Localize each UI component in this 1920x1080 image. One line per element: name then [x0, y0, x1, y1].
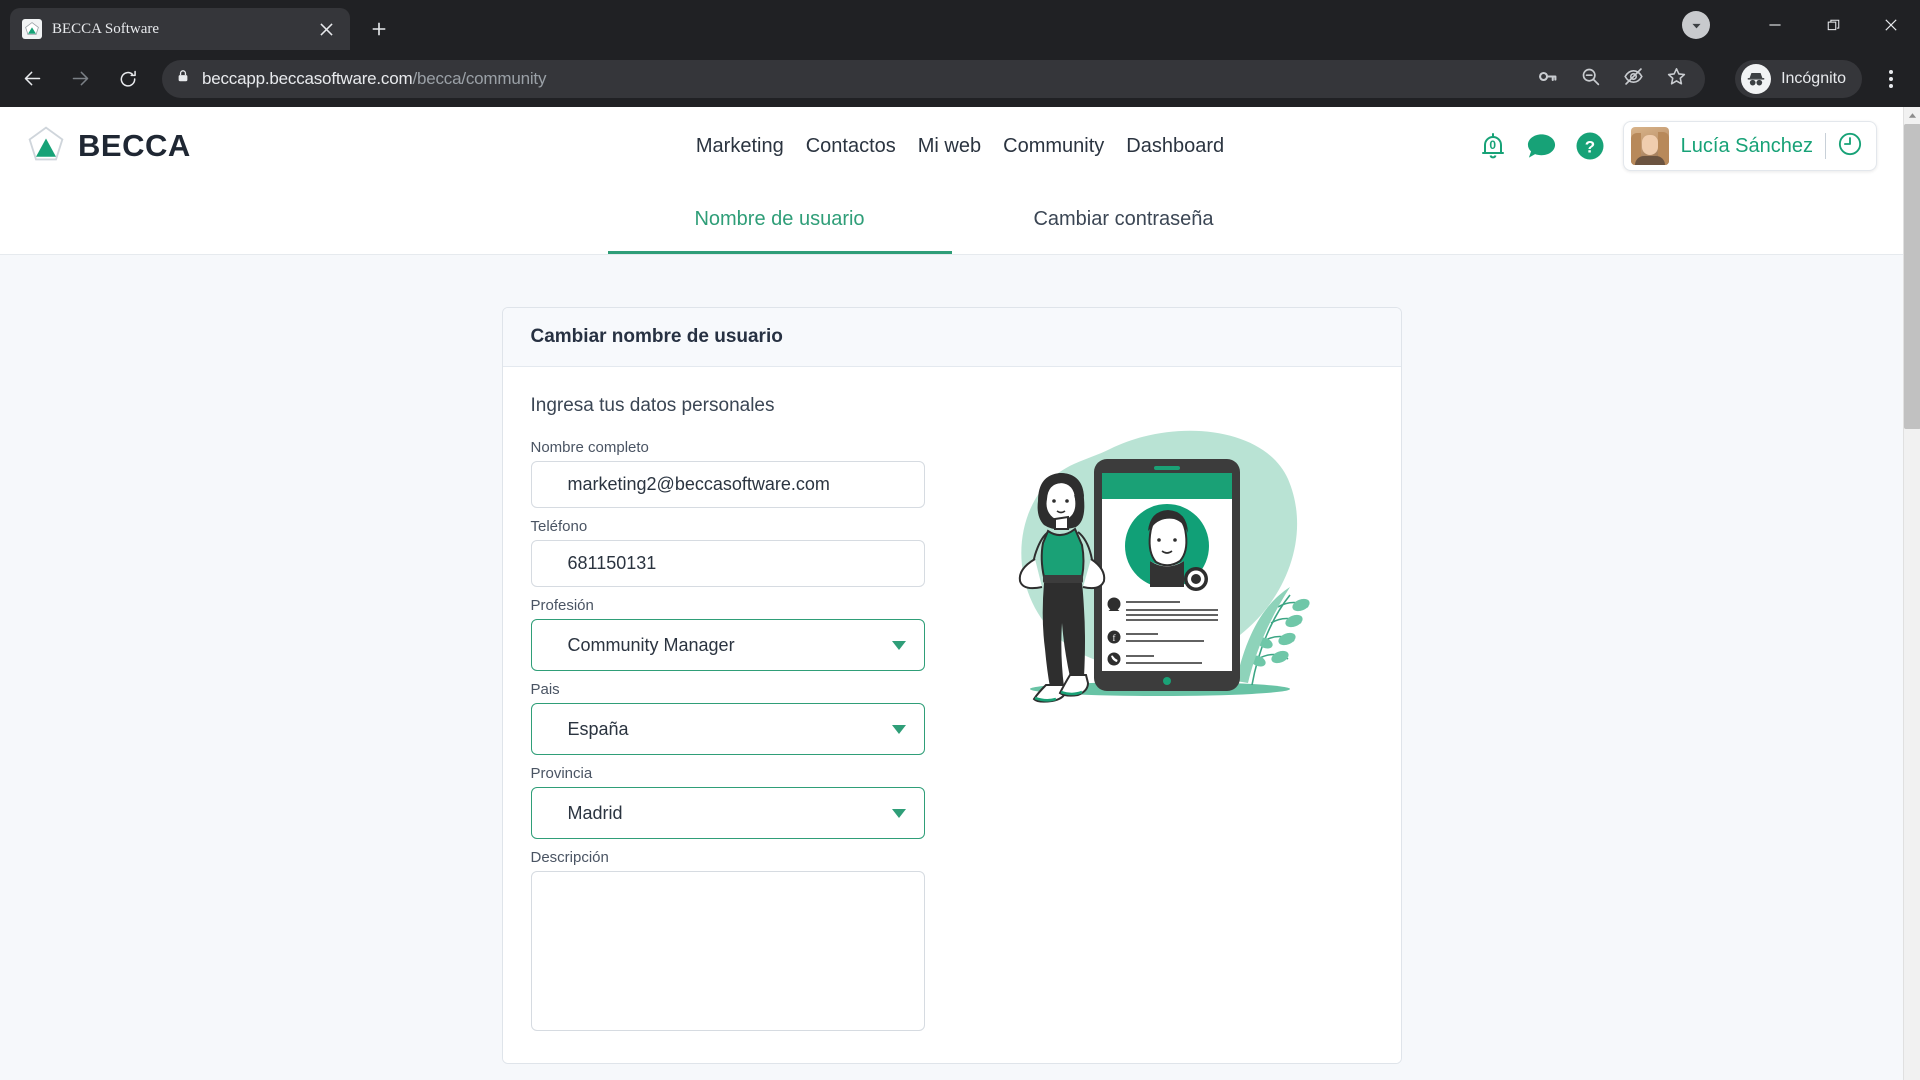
header-actions: 0 ?	[1478, 121, 1877, 171]
select-value: Community Manager	[568, 635, 735, 656]
web-page: BECCA Marketing Contactos Mi web Communi…	[0, 107, 1903, 1080]
field-telefono: Teléfono 681150131	[531, 518, 931, 587]
chevron-down-icon[interactable]	[1682, 11, 1710, 39]
browser-tab-title: BECCA Software	[52, 21, 304, 38]
page-scrollbar[interactable]	[1903, 107, 1920, 1080]
field-descripcion: Descripción	[531, 849, 931, 1031]
minimize-icon[interactable]	[1746, 0, 1804, 50]
scroll-up-arrow-icon[interactable]	[1904, 107, 1920, 124]
field-label: Profesión	[531, 597, 931, 614]
woman-with-smartphone-profile-illustration: f	[990, 409, 1330, 714]
browser-tab-strip: BECCA Software	[0, 0, 1920, 50]
url-domain: beccapp.beccasoftware.com	[202, 69, 412, 88]
tab-cambiar-contrasena[interactable]: Cambiar contraseña	[952, 185, 1296, 254]
bell-icon[interactable]: 0	[1478, 129, 1508, 163]
personal-data-form: Ingresa tus datos personales Nombre comp…	[531, 395, 931, 1035]
field-nombre-completo: Nombre completo marketing2@beccasoftware…	[531, 439, 931, 508]
nav-item-contactos[interactable]: Contactos	[806, 135, 896, 158]
page-viewport: BECCA Marketing Contactos Mi web Communi…	[0, 107, 1920, 1080]
chevron-down-icon	[892, 809, 906, 818]
window-controls	[1682, 0, 1920, 50]
window-close-icon[interactable]	[1862, 0, 1920, 50]
url-path: /becca/community	[412, 69, 546, 88]
scrollbar-thumb[interactable]	[1904, 124, 1920, 429]
field-label: Pais	[531, 681, 931, 698]
svg-text:f: f	[1112, 633, 1115, 643]
nav-item-dashboard[interactable]: Dashboard	[1126, 135, 1224, 158]
tab-nombre-de-usuario[interactable]: Nombre de usuario	[608, 185, 952, 254]
field-pais: Pais España	[531, 681, 931, 755]
reload-icon[interactable]	[106, 57, 150, 101]
illustration-column: f	[947, 395, 1373, 1035]
user-name: Lucía Sánchez	[1681, 135, 1813, 158]
tab-label: Nombre de usuario	[694, 208, 864, 231]
nav-item-mi-web[interactable]: Mi web	[918, 135, 981, 158]
field-profesion: Profesión Community Manager	[531, 597, 931, 671]
select-value: Madrid	[568, 803, 623, 824]
card-body: Ingresa tus datos personales Nombre comp…	[503, 367, 1401, 1063]
incognito-icon	[1741, 64, 1771, 94]
app-header: BECCA Marketing Contactos Mi web Communi…	[0, 107, 1903, 185]
telefono-input[interactable]: 681150131	[531, 540, 925, 587]
becca-logo-mark-icon	[26, 124, 66, 169]
star-icon[interactable]	[1666, 66, 1687, 92]
card-title: Cambiar nombre de usuario	[503, 308, 1401, 367]
back-arrow-icon[interactable]	[10, 57, 54, 101]
provincia-select[interactable]: Madrid	[531, 787, 925, 839]
restore-icon[interactable]	[1804, 0, 1862, 50]
select-value: España	[568, 719, 629, 740]
form-section-title: Ingresa tus datos personales	[531, 395, 931, 417]
chevron-down-icon	[892, 725, 906, 734]
svg-text:?: ?	[1584, 138, 1594, 157]
pais-select[interactable]: España	[531, 703, 925, 755]
scrollbar-track[interactable]	[1904, 124, 1920, 1080]
bell-badge-count: 0	[1478, 138, 1508, 152]
lock-icon	[176, 69, 190, 88]
change-username-card: Cambiar nombre de usuario Ingresa tus da…	[502, 307, 1402, 1064]
page-content: Cambiar nombre de usuario Ingresa tus da…	[0, 255, 1903, 1080]
browser-toolbar: beccapp.beccasoftware.com/becca/communit…	[0, 50, 1920, 107]
three-dot-menu-icon[interactable]	[1872, 57, 1910, 101]
tab-label: Cambiar contraseña	[1033, 208, 1213, 231]
becca-logo[interactable]: BECCA	[26, 124, 191, 169]
browser-tab[interactable]: BECCA Software	[10, 8, 350, 50]
input-value: marketing2@beccasoftware.com	[568, 474, 830, 495]
nav-item-marketing[interactable]: Marketing	[696, 135, 784, 158]
avatar	[1631, 127, 1669, 165]
becca-logo-text: BECCA	[78, 128, 191, 164]
nav-item-community[interactable]: Community	[1003, 135, 1104, 158]
field-label: Provincia	[531, 765, 931, 782]
eye-slash-icon[interactable]	[1623, 66, 1644, 92]
new-tab-button[interactable]	[362, 12, 396, 46]
clock-icon[interactable]	[1838, 132, 1862, 161]
close-icon[interactable]	[314, 17, 338, 41]
chevron-down-icon	[892, 641, 906, 650]
field-provincia: Provincia Madrid	[531, 765, 931, 839]
divider	[1825, 133, 1826, 159]
browser-window: BECCA Software	[0, 0, 1920, 1080]
key-icon[interactable]	[1537, 66, 1558, 92]
incognito-profile-button[interactable]: Incógnito	[1735, 60, 1862, 98]
input-value: 681150131	[568, 553, 657, 574]
descripcion-textarea[interactable]	[531, 871, 925, 1031]
becca-logo-icon	[22, 19, 42, 39]
chat-bubble-icon[interactable]	[1526, 131, 1557, 161]
field-label: Nombre completo	[531, 439, 931, 456]
zoom-out-icon[interactable]	[1580, 66, 1601, 92]
field-label: Descripción	[531, 849, 931, 866]
incognito-label: Incógnito	[1781, 70, 1846, 88]
user-profile-button[interactable]: Lucía Sánchez	[1623, 121, 1877, 171]
question-mark-icon[interactable]: ?	[1575, 131, 1605, 161]
forward-arrow-icon[interactable]	[58, 57, 102, 101]
field-label: Teléfono	[531, 518, 931, 535]
address-bar[interactable]: beccapp.beccasoftware.com/becca/communit…	[162, 60, 1705, 98]
address-bar-url: beccapp.beccasoftware.com/becca/communit…	[202, 69, 546, 89]
page-tab-bar: Nombre de usuario Cambiar contraseña	[0, 185, 1903, 255]
profesion-select[interactable]: Community Manager	[531, 619, 925, 671]
nombre-completo-input[interactable]: marketing2@beccasoftware.com	[531, 461, 925, 508]
